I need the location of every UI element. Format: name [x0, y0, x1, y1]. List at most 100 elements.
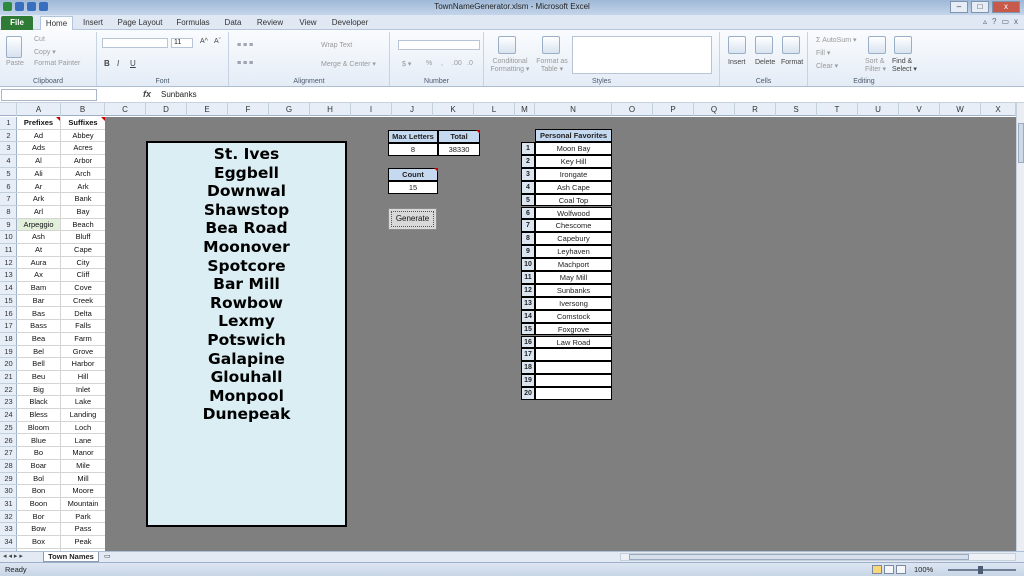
column-header[interactable]: H: [310, 103, 351, 116]
format-as-table-button[interactable]: Format as Table ▾: [534, 58, 570, 74]
favorite-name-cell[interactable]: [535, 361, 612, 375]
suffixes-cell[interactable]: Bluff: [61, 231, 105, 244]
row-header[interactable]: 15: [0, 295, 17, 308]
suffixes-cell[interactable]: Falls: [61, 320, 105, 333]
column-header[interactable]: P: [653, 103, 694, 116]
row-header[interactable]: 12: [0, 257, 17, 270]
prefixes-cell[interactable]: Blue: [17, 435, 60, 448]
total-cell[interactable]: 38330: [438, 143, 480, 156]
favorite-name-cell[interactable]: Foxgrove: [535, 322, 612, 336]
row-header[interactable]: 26: [0, 435, 17, 448]
row-header[interactable]: 14: [0, 282, 17, 295]
favorite-name-cell[interactable]: Coal Top: [535, 193, 612, 207]
prefixes-cell[interactable]: Aura: [17, 257, 60, 270]
clear-button[interactable]: Clear ▾: [816, 62, 838, 70]
shrink-font-button[interactable]: Aˇ: [214, 38, 221, 45]
row-header[interactable]: 4: [0, 155, 17, 168]
suffixes-cell[interactable]: Hill: [61, 371, 105, 384]
copy-button[interactable]: Copy ▾: [34, 48, 56, 56]
row-header[interactable]: 23: [0, 396, 17, 410]
zoom-knob[interactable]: [978, 566, 983, 574]
hscroll-thumb[interactable]: [629, 554, 969, 560]
column-header[interactable]: N: [535, 103, 612, 116]
prefixes-cell[interactable]: Ar: [17, 181, 60, 194]
prefixes-cell[interactable]: Arl: [17, 206, 60, 219]
column-header[interactable]: Q: [694, 103, 735, 116]
prefixes-cell[interactable]: Bell: [17, 358, 60, 371]
column-header[interactable]: C: [105, 103, 146, 116]
merge-center-button[interactable]: Merge & Center ▾: [321, 60, 376, 68]
column-header[interactable]: B: [61, 103, 105, 116]
suffixes-cell[interactable]: Delta: [61, 308, 105, 321]
zoom-slider[interactable]: [948, 566, 1016, 574]
window-restore-icon[interactable]: ▭: [1001, 17, 1009, 26]
row-header[interactable]: 5: [0, 168, 17, 181]
suffixes-cell[interactable]: Arch: [61, 168, 105, 181]
paste-button[interactable]: Paste: [6, 60, 24, 67]
column-header[interactable]: V: [899, 103, 940, 116]
bold-button[interactable]: B: [104, 59, 110, 68]
suffixes-cell[interactable]: Ark: [61, 181, 105, 194]
row-header[interactable]: 17: [0, 320, 17, 333]
suffixes-cell[interactable]: Cape: [61, 244, 105, 257]
horizontal-scrollbar[interactable]: [620, 553, 1016, 561]
column-header[interactable]: J: [392, 103, 433, 116]
suffixes-cell[interactable]: Loch: [61, 422, 105, 435]
row-header[interactable]: 32: [0, 511, 17, 524]
wrap-text-button[interactable]: Wrap Text: [321, 42, 352, 49]
currency-button[interactable]: $ ▾: [402, 60, 411, 68]
suffixes-cell[interactable]: Acres: [61, 142, 105, 156]
minimize-button[interactable]: –: [950, 1, 968, 13]
find-select-button[interactable]: Find & Select ▾: [892, 58, 920, 74]
column-header[interactable]: S: [776, 103, 817, 116]
normal-view-icon[interactable]: [872, 565, 882, 574]
cut-button[interactable]: Cut: [34, 36, 45, 43]
prefixes-cell[interactable]: Bas: [17, 308, 60, 321]
suffixes-cell[interactable]: Mountain: [61, 498, 105, 511]
delete-cells-button[interactable]: Delete: [755, 59, 775, 66]
row-header[interactable]: 24: [0, 409, 17, 422]
favorite-name-cell[interactable]: Leyhaven: [535, 245, 612, 259]
column-header[interactable]: F: [228, 103, 269, 116]
select-all-corner[interactable]: [0, 103, 17, 116]
scroll-thumb[interactable]: [1018, 123, 1024, 163]
row-header[interactable]: 2: [0, 130, 17, 143]
row-header[interactable]: 29: [0, 473, 17, 486]
suffixes-cell[interactable]: Farm: [61, 333, 105, 346]
vertical-scrollbar[interactable]: [1016, 103, 1024, 551]
row-header[interactable]: 21: [0, 371, 17, 384]
row-header[interactable]: 3: [0, 142, 17, 156]
tab-file[interactable]: File: [1, 16, 33, 30]
increase-decimal-button[interactable]: .00: [452, 60, 462, 67]
favorite-name-cell[interactable]: Moon Bay: [535, 142, 612, 155]
row-header[interactable]: 22: [0, 384, 17, 397]
close-button[interactable]: x: [992, 1, 1020, 13]
column-header[interactable]: T: [817, 103, 858, 116]
favorite-name-cell[interactable]: May Mill: [535, 271, 612, 284]
tab-formulas[interactable]: Formulas: [172, 16, 214, 30]
paste-icon[interactable]: [6, 36, 22, 58]
prefixes-cell[interactable]: Boon: [17, 498, 60, 511]
prefixes-cell[interactable]: Bea: [17, 333, 60, 346]
row-header[interactable]: 31: [0, 498, 17, 511]
favorite-name-cell[interactable]: [535, 387, 612, 400]
row-header[interactable]: 11: [0, 244, 17, 257]
row-header[interactable]: 27: [0, 447, 17, 460]
suffixes-header[interactable]: Suffixes: [61, 117, 105, 130]
suffixes-cell[interactable]: Pass: [61, 523, 105, 537]
prefixes-cell[interactable]: Ax: [17, 269, 60, 283]
minimize-ribbon-icon[interactable]: ▵: [983, 17, 987, 26]
suffixes-cell[interactable]: Creek: [61, 295, 105, 308]
suffixes-cell[interactable]: Mile: [61, 460, 105, 473]
row-header[interactable]: 16: [0, 308, 17, 321]
column-header[interactable]: U: [858, 103, 899, 116]
prefixes-cell[interactable]: Bo: [17, 447, 60, 460]
prefixes-cell[interactable]: Black: [17, 396, 60, 410]
font-name-box[interactable]: [102, 38, 168, 48]
insert-cells-button[interactable]: Insert: [728, 59, 746, 66]
column-header[interactable]: W: [940, 103, 981, 116]
underline-button[interactable]: U: [130, 59, 136, 68]
prefixes-cell[interactable]: Bar: [17, 295, 60, 308]
zoom-level[interactable]: 100%: [914, 565, 933, 574]
favorite-name-cell[interactable]: Chescome: [535, 219, 612, 233]
